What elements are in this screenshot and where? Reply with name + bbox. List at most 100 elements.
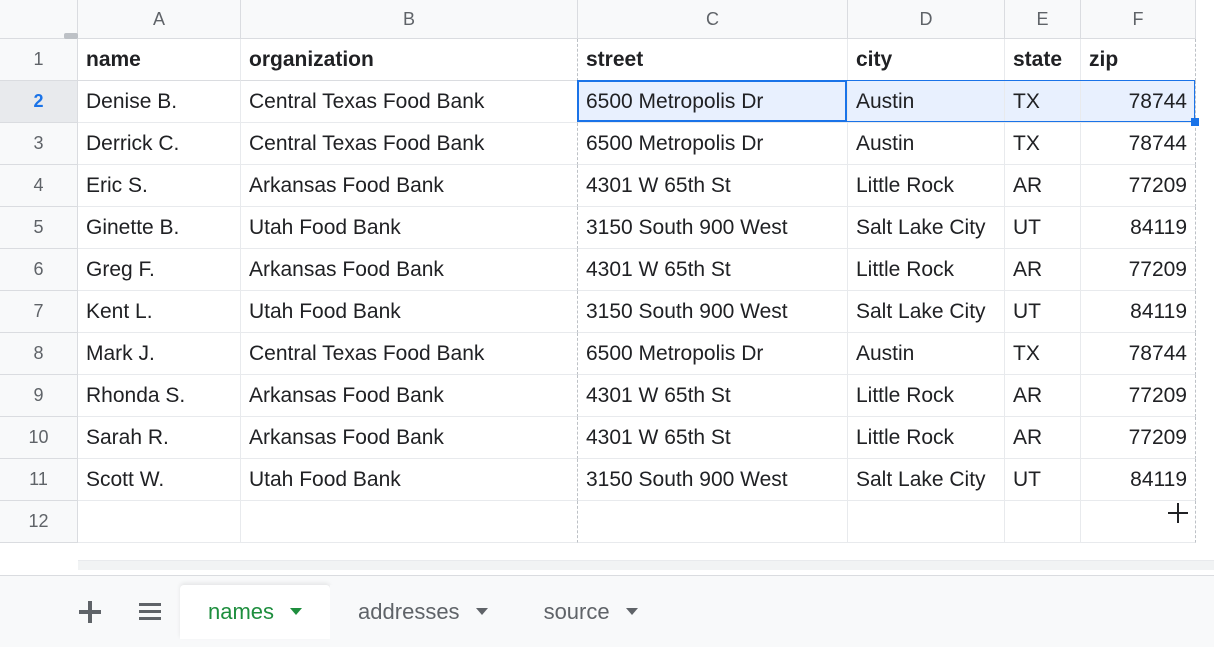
chevron-down-icon[interactable] <box>290 608 302 615</box>
column-header-A[interactable]: A <box>78 0 241 39</box>
cell-F10[interactable]: 77209 <box>1081 417 1196 459</box>
cell-B7[interactable]: Utah Food Bank <box>241 291 578 333</box>
cell-D7[interactable]: Salt Lake City <box>848 291 1005 333</box>
cell-E2[interactable]: TX <box>1005 81 1081 123</box>
cell-E7[interactable]: UT <box>1005 291 1081 333</box>
chevron-down-icon[interactable] <box>476 608 488 615</box>
cell-B4[interactable]: Arkansas Food Bank <box>241 165 578 207</box>
spreadsheet-grid[interactable]: ABCDEF 123456789101112 nameorganizations… <box>0 0 1214 570</box>
row-header-4[interactable]: 4 <box>0 165 78 207</box>
cell-A12[interactable] <box>78 501 241 543</box>
cell-E12[interactable] <box>1005 501 1081 543</box>
column-header-B[interactable]: B <box>241 0 578 39</box>
cell-A9[interactable]: Rhonda S. <box>78 375 241 417</box>
row-header-10[interactable]: 10 <box>0 417 78 459</box>
cell-B6[interactable]: Arkansas Food Bank <box>241 249 578 291</box>
cell-F9[interactable]: 77209 <box>1081 375 1196 417</box>
cell-D10[interactable]: Little Rock <box>848 417 1005 459</box>
horizontal-scrollbar[interactable] <box>78 560 1214 570</box>
column-header-F[interactable]: F <box>1081 0 1196 39</box>
cell-F5[interactable]: 84119 <box>1081 207 1196 249</box>
cell-C3[interactable]: 6500 Metropolis Dr <box>578 123 848 165</box>
cell-A4[interactable]: Eric S. <box>78 165 241 207</box>
cell-F1[interactable]: zip <box>1081 39 1196 81</box>
cell-F7[interactable]: 84119 <box>1081 291 1196 333</box>
row-header-5[interactable]: 5 <box>0 207 78 249</box>
cell-E9[interactable]: AR <box>1005 375 1081 417</box>
cell-E5[interactable]: UT <box>1005 207 1081 249</box>
cell-B12[interactable] <box>241 501 578 543</box>
cell-C9[interactable]: 4301 W 65th St <box>578 375 848 417</box>
cell-C12[interactable] <box>578 501 848 543</box>
cell-E1[interactable]: state <box>1005 39 1081 81</box>
row-header-9[interactable]: 9 <box>0 375 78 417</box>
cell-F8[interactable]: 78744 <box>1081 333 1196 375</box>
sheet-tab-names[interactable]: names <box>180 585 330 639</box>
cell-C10[interactable]: 4301 W 65th St <box>578 417 848 459</box>
cell-E11[interactable]: UT <box>1005 459 1081 501</box>
row-header-6[interactable]: 6 <box>0 249 78 291</box>
cell-F2[interactable]: 78744 <box>1081 81 1196 123</box>
sheet-tab-source[interactable]: source <box>516 585 666 639</box>
cell-B11[interactable]: Utah Food Bank <box>241 459 578 501</box>
row-header-11[interactable]: 11 <box>0 459 78 501</box>
select-all-corner[interactable] <box>0 0 78 39</box>
cell-B3[interactable]: Central Texas Food Bank <box>241 123 578 165</box>
cell-D3[interactable]: Austin <box>848 123 1005 165</box>
row-header-12[interactable]: 12 <box>0 501 78 543</box>
cell-F6[interactable]: 77209 <box>1081 249 1196 291</box>
column-header-D[interactable]: D <box>848 0 1005 39</box>
cell-C6[interactable]: 4301 W 65th St <box>578 249 848 291</box>
cell-D9[interactable]: Little Rock <box>848 375 1005 417</box>
cell-D11[interactable]: Salt Lake City <box>848 459 1005 501</box>
column-header-E[interactable]: E <box>1005 0 1081 39</box>
cell-A8[interactable]: Mark J. <box>78 333 241 375</box>
cell-D1[interactable]: city <box>848 39 1005 81</box>
cell-B1[interactable]: organization <box>241 39 578 81</box>
cell-A2[interactable]: Denise B. <box>78 81 241 123</box>
cell-F4[interactable]: 77209 <box>1081 165 1196 207</box>
cell-A7[interactable]: Kent L. <box>78 291 241 333</box>
cell-A1[interactable]: name <box>78 39 241 81</box>
cell-C2[interactable]: 6500 Metropolis Dr <box>578 81 848 123</box>
cell-D4[interactable]: Little Rock <box>848 165 1005 207</box>
cell-A11[interactable]: Scott W. <box>78 459 241 501</box>
cell-C4[interactable]: 4301 W 65th St <box>578 165 848 207</box>
cell-E6[interactable]: AR <box>1005 249 1081 291</box>
sheet-tab-addresses[interactable]: addresses <box>330 585 516 639</box>
fill-handle[interactable] <box>1191 118 1199 126</box>
cell-E4[interactable]: AR <box>1005 165 1081 207</box>
cell-E8[interactable]: TX <box>1005 333 1081 375</box>
cell-B2[interactable]: Central Texas Food Bank <box>241 81 578 123</box>
cell-B10[interactable]: Arkansas Food Bank <box>241 417 578 459</box>
cell-A10[interactable]: Sarah R. <box>78 417 241 459</box>
cell-B9[interactable]: Arkansas Food Bank <box>241 375 578 417</box>
cell-D2[interactable]: Austin <box>848 81 1005 123</box>
cell-C1[interactable]: street <box>578 39 848 81</box>
row-header-8[interactable]: 8 <box>0 333 78 375</box>
add-sheet-button[interactable] <box>60 582 120 642</box>
cell-E3[interactable]: TX <box>1005 123 1081 165</box>
cell-E10[interactable]: AR <box>1005 417 1081 459</box>
cell-D6[interactable]: Little Rock <box>848 249 1005 291</box>
cell-A5[interactable]: Ginette B. <box>78 207 241 249</box>
all-sheets-button[interactable] <box>120 582 180 642</box>
column-header-C[interactable]: C <box>578 0 848 39</box>
cell-C7[interactable]: 3150 South 900 West <box>578 291 848 333</box>
cell-A6[interactable]: Greg F. <box>78 249 241 291</box>
row-header-2[interactable]: 2 <box>0 81 78 123</box>
cell-C11[interactable]: 3150 South 900 West <box>578 459 848 501</box>
cell-B8[interactable]: Central Texas Food Bank <box>241 333 578 375</box>
row-header-3[interactable]: 3 <box>0 123 78 165</box>
chevron-down-icon[interactable] <box>626 608 638 615</box>
cell-D5[interactable]: Salt Lake City <box>848 207 1005 249</box>
cell-F11[interactable]: 84119 <box>1081 459 1196 501</box>
cell-A3[interactable]: Derrick C. <box>78 123 241 165</box>
row-header-7[interactable]: 7 <box>0 291 78 333</box>
cell-C5[interactable]: 3150 South 900 West <box>578 207 848 249</box>
cell-D8[interactable]: Austin <box>848 333 1005 375</box>
cell-F3[interactable]: 78744 <box>1081 123 1196 165</box>
row-header-1[interactable]: 1 <box>0 39 78 81</box>
cell-B5[interactable]: Utah Food Bank <box>241 207 578 249</box>
cell-C8[interactable]: 6500 Metropolis Dr <box>578 333 848 375</box>
